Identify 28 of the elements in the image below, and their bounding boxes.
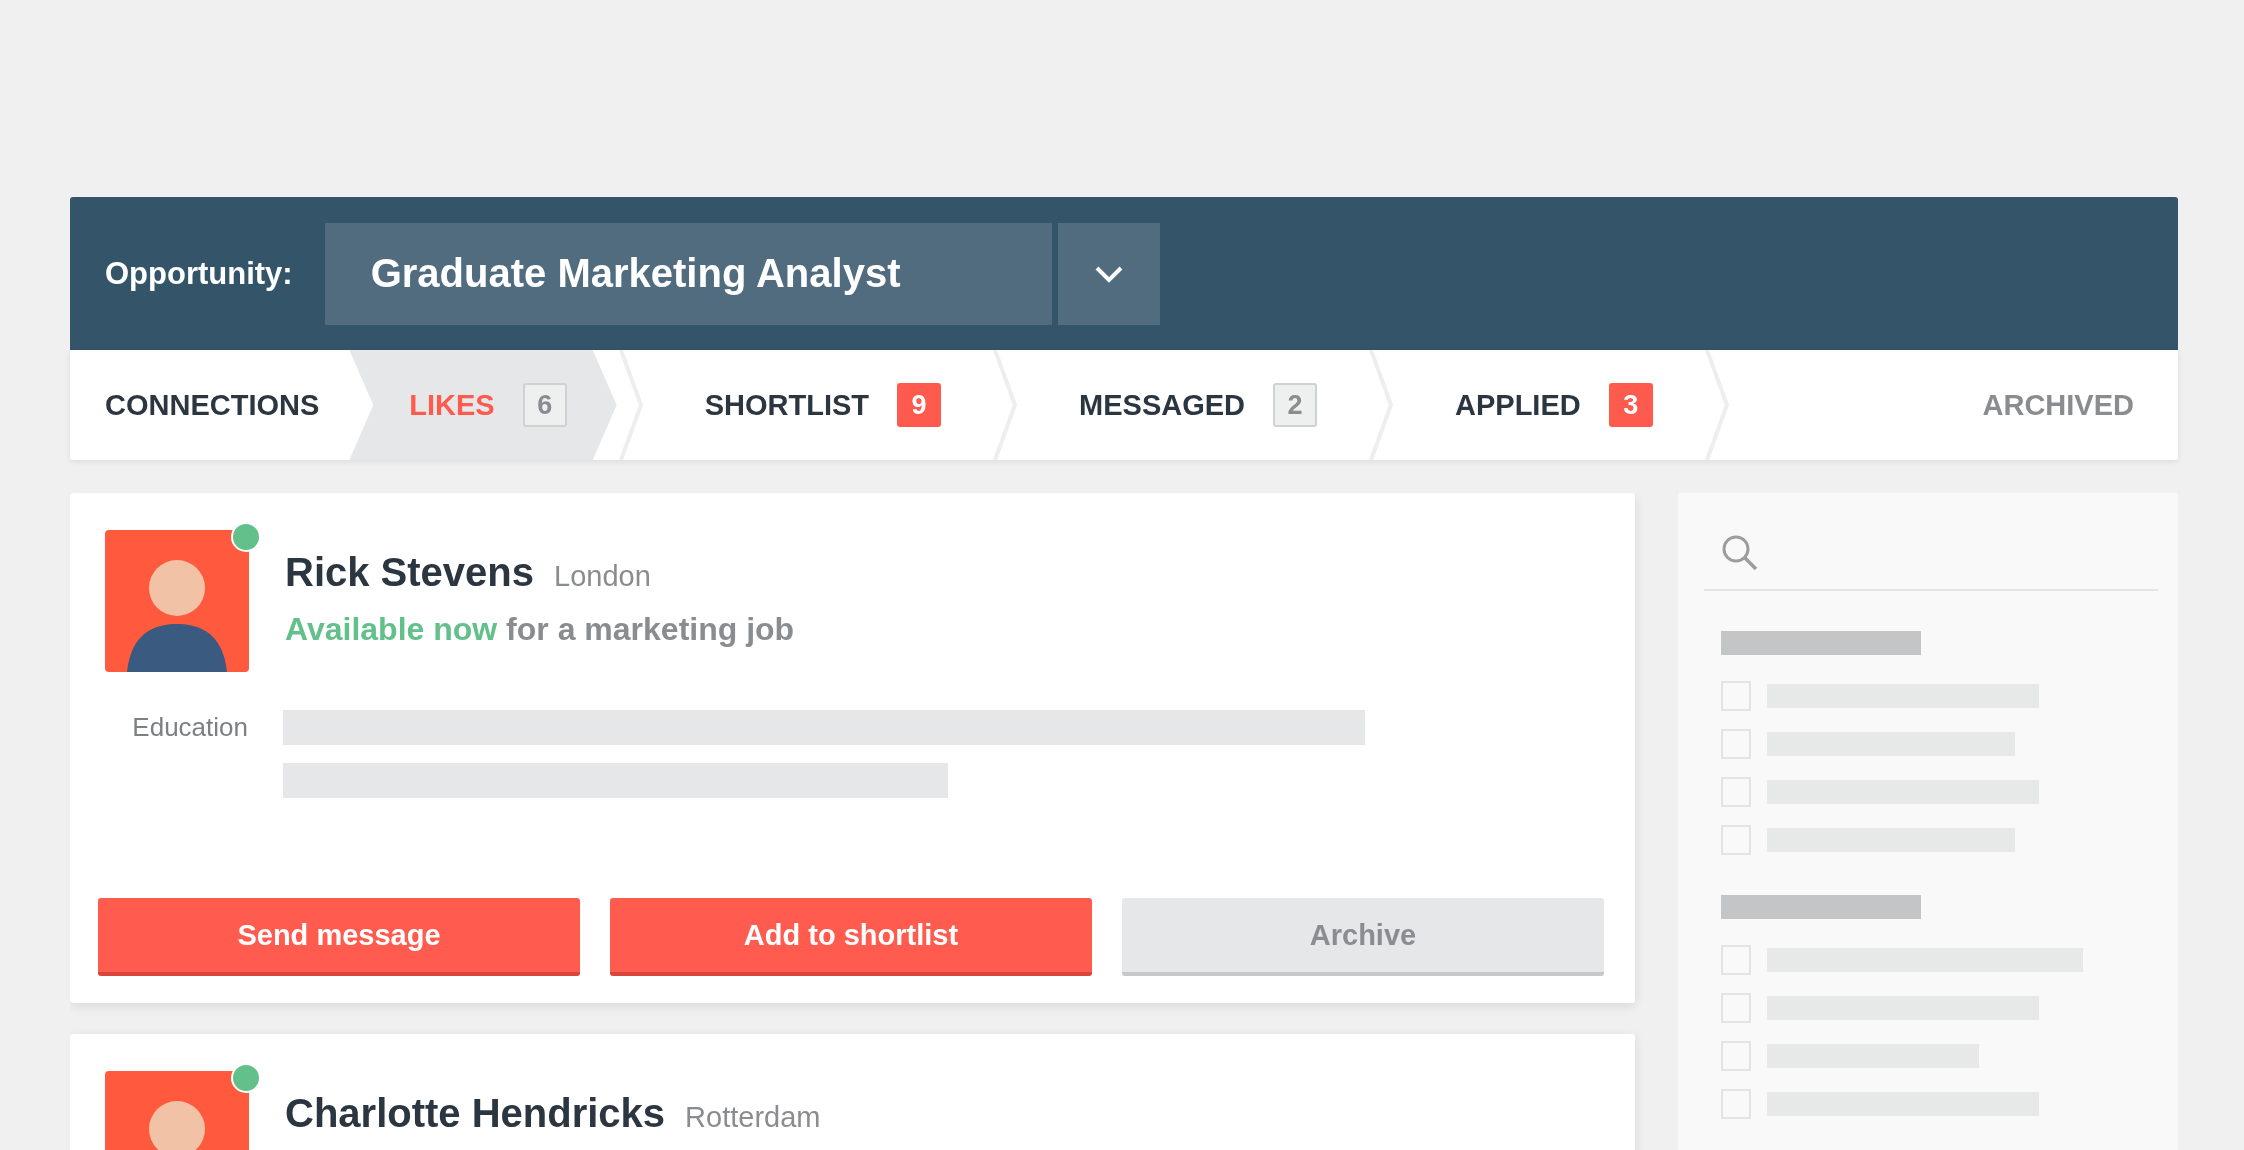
candidate-location: Rotterdam: [685, 1101, 821, 1134]
pipeline-tab[interactable]: SHORTLIST 9: [644, 350, 992, 460]
pipeline-tab[interactable]: MESSAGED 2: [1019, 350, 1368, 460]
candidate-name: Charlotte Hendricks: [285, 1091, 666, 1136]
dropdown-button[interactable]: [1057, 222, 1160, 325]
candidate-name: Rick Stevens: [285, 550, 535, 595]
action-button[interactable]: Add to shortlist: [610, 898, 1092, 976]
candidate-location: London: [554, 560, 651, 593]
chevron-separator-icon: [991, 350, 1020, 460]
chevron-separator-icon: [1702, 350, 1731, 460]
education-label: Education: [131, 711, 248, 744]
opportunity-select[interactable]: Graduate Marketing Analyst: [324, 222, 1052, 325]
availability-status: Available now: [285, 611, 498, 647]
action-button[interactable]: Send message: [98, 898, 580, 976]
opportunity-label: Opportunity:: [105, 255, 293, 292]
chevron-separator-icon: [1367, 350, 1396, 460]
chevron-down-icon: [1093, 264, 1124, 283]
archived-tab[interactable]: ARCHIVED: [1962, 350, 2178, 460]
count-badge: 3: [1608, 383, 1653, 427]
availability-detail: for a marketing job: [506, 611, 795, 647]
pipeline-tab[interactable]: LIKES 6: [349, 350, 617, 460]
count-badge: 6: [522, 383, 567, 427]
pipeline-tab[interactable]: APPLIED 3: [1395, 350, 1703, 460]
pipeline-tab[interactable]: CONNECTIONS: [70, 350, 350, 460]
chevron-separator-icon: [616, 350, 645, 460]
search-icon[interactable]: [1721, 534, 1759, 572]
count-badge: 9: [897, 383, 942, 427]
count-badge: 2: [1273, 383, 1318, 427]
